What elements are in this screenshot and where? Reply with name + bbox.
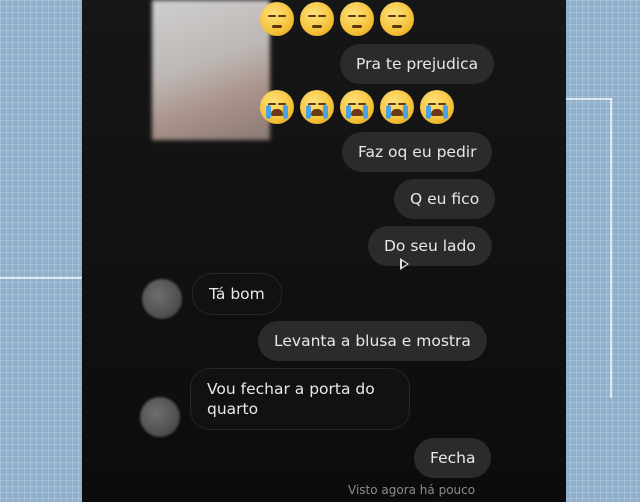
loudly-crying-face-icon [260,90,294,124]
message-bubble[interactable]: Faz oq eu pedir [342,132,493,172]
loudly-crying-face-icon [380,90,414,124]
message-bubble[interactable]: Levanta a blusa e mostra [258,321,487,361]
emoji-row-sad [260,2,414,36]
pensive-face-icon [340,2,374,36]
avatar [142,279,182,319]
message-bubble[interactable]: Tá bom [192,273,282,315]
background-line-right-top [566,98,612,100]
pensive-face-icon [380,2,414,36]
message-bubble[interactable]: Fecha [414,438,492,478]
loudly-crying-face-icon [420,90,454,124]
loudly-crying-face-icon [300,90,334,124]
seen-status: Visto agora há pouco [348,483,476,497]
chat-screen: Pra te prejudica Faz oq eu pedir Q eu fi… [82,0,566,502]
background-line-right [610,98,612,398]
blurred-photo [152,0,270,140]
message-bubble[interactable]: Pra te prejudica [340,44,495,84]
pensive-face-icon [260,2,294,36]
avatar [140,397,180,437]
play-icon[interactable] [400,258,409,270]
background-line-left [0,277,84,279]
message-bubble[interactable]: Q eu fico [394,179,496,219]
loudly-crying-face-icon [340,90,374,124]
message-bubble[interactable]: Vou fechar a porta do quarto [190,368,410,430]
message-bubble[interactable]: Do seu lado [368,226,492,266]
pensive-face-icon [300,2,334,36]
emoji-row-crying [260,90,454,124]
